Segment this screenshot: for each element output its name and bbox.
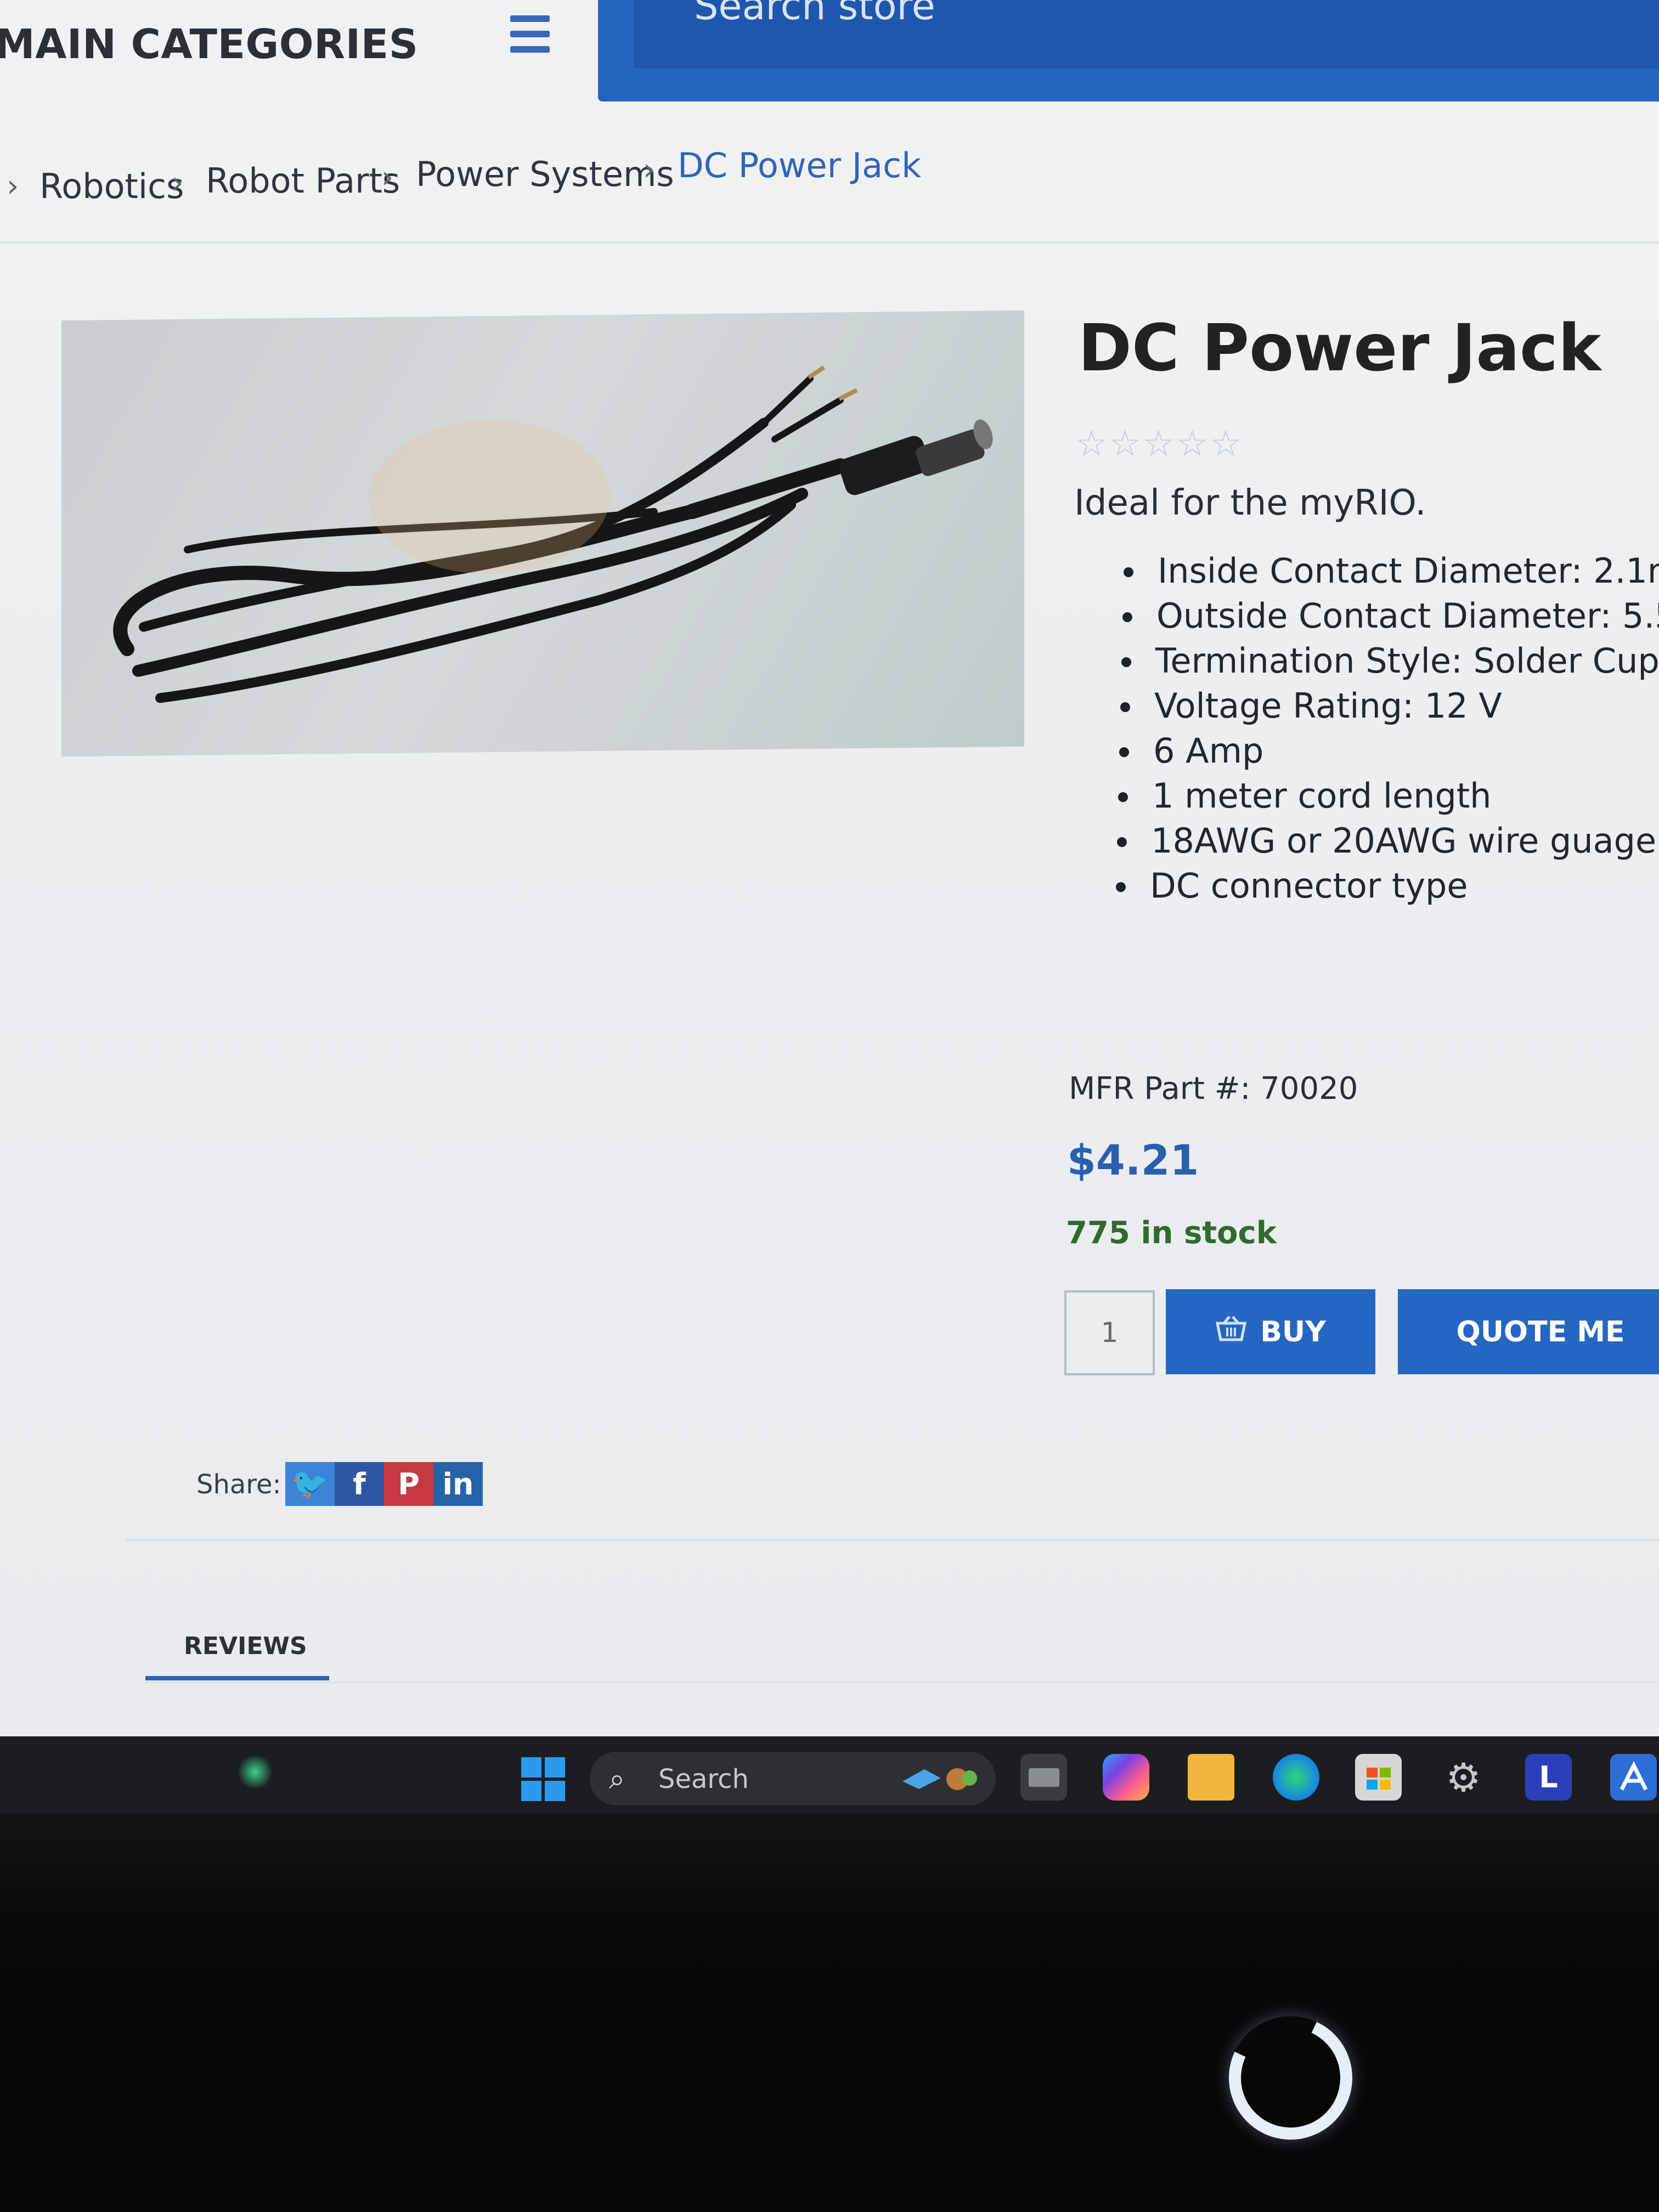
divider — [0, 241, 1659, 244]
buy-button[interactable]: BUY — [1166, 1289, 1375, 1374]
quote-me-button[interactable]: QUOTE ME — [1398, 1289, 1659, 1374]
facebook-icon[interactable]: f — [335, 1462, 384, 1506]
widgets-icon[interactable] — [236, 1756, 274, 1788]
main-categories-label[interactable]: MAIN CATEGORIES — [0, 21, 419, 68]
list-item: 6 Amp — [1119, 729, 1659, 774]
price: $4.21 — [1067, 1136, 1199, 1184]
search-icon: ⌕ — [609, 1763, 625, 1796]
tab-reviews[interactable]: REVIEWS — [184, 1632, 307, 1660]
copilot-icon[interactable] — [1103, 1754, 1149, 1801]
quote-label: QUOTE ME — [1456, 1315, 1625, 1348]
list-item: 1 meter cord length — [1118, 774, 1659, 819]
edge-icon[interactable] — [1273, 1754, 1319, 1801]
settings-icon[interactable]: ⚙ — [1440, 1754, 1487, 1801]
linkedin-icon[interactable]: in — [433, 1462, 483, 1506]
basket-icon — [1215, 1314, 1247, 1349]
divider — [126, 1539, 1659, 1541]
feature-list: Inside Contact Diameter: 2.1mm Outside C… — [1116, 549, 1659, 909]
windows-taskbar: ⌕ Search ⚙ L — [0, 1736, 1659, 1813]
task-view-icon[interactable] — [1020, 1754, 1067, 1801]
chevron-right-icon: › — [171, 165, 184, 201]
search-bar: Search store — [598, 0, 1659, 101]
product-title: DC Power Jack — [1078, 310, 1601, 386]
list-item: Voltage Rating: 12 V — [1120, 684, 1659, 729]
rating-stars[interactable]: ☆☆☆☆☆ — [1075, 422, 1243, 465]
list-item: 18AWG or 20AWG wire guage — [1117, 819, 1659, 864]
folder-icon[interactable] — [1188, 1754, 1234, 1801]
list-item: Inside Contact Diameter: 2.1mm — [1124, 549, 1659, 594]
breadcrumb-robot-parts[interactable]: Robot Parts — [206, 161, 400, 201]
chevron-right-icon: › — [7, 168, 19, 204]
pinterest-icon[interactable]: P — [384, 1462, 433, 1506]
loading-spinner-icon — [1211, 1999, 1370, 2157]
list-item: DC connector type — [1116, 864, 1659, 909]
product-description: Ideal for the myRIO. — [1074, 483, 1426, 523]
hamburger-menu-icon[interactable] — [510, 15, 550, 58]
search-highlight-icon — [897, 1762, 985, 1802]
stock-status: 775 in stock — [1066, 1215, 1277, 1251]
breadcrumb-robotics[interactable]: Robotics — [40, 166, 184, 206]
breadcrumb-current: DC Power Jack — [678, 145, 922, 185]
breadcrumb: › Robotics › Robot Parts › Power Systems… — [0, 140, 1659, 206]
breadcrumb-power-systems[interactable]: Power Systems — [416, 154, 674, 194]
list-item: Outside Contact Diameter: 5.5mm — [1122, 594, 1659, 639]
share-buttons: 🐦 f P in — [285, 1462, 483, 1506]
list-item: Termination Style: Solder Cup — [1121, 639, 1659, 684]
product-image[interactable] — [61, 310, 1024, 757]
browser-screen: MAIN CATEGORIES Search store › Robotics … — [0, 0, 1659, 1736]
active-tab-indicator — [145, 1676, 329, 1680]
quantity-input[interactable]: 1 — [1064, 1290, 1155, 1375]
app-l-icon[interactable]: L — [1525, 1754, 1572, 1801]
twitter-icon[interactable]: 🐦 — [285, 1462, 335, 1506]
app-a-icon[interactable] — [1610, 1754, 1657, 1801]
search-input[interactable]: Search store — [634, 0, 1659, 69]
chevron-right-icon: › — [643, 152, 656, 188]
store-icon[interactable] — [1355, 1754, 1402, 1801]
taskbar-search-label: Search — [658, 1764, 749, 1795]
laptop-bezel — [0, 1813, 1659, 2212]
divider — [145, 1681, 1659, 1683]
search-placeholder: Search store — [694, 0, 935, 29]
taskbar-search[interactable]: ⌕ Search — [590, 1752, 996, 1805]
site-header: MAIN CATEGORIES Search store — [0, 0, 1659, 104]
share-label: Share: — [196, 1469, 281, 1500]
mfr-part-number: MFR Part #: 70020 — [1069, 1071, 1358, 1107]
windows-start-icon[interactable] — [521, 1757, 565, 1801]
chevron-right-icon: › — [381, 160, 394, 195]
buy-label: BUY — [1260, 1315, 1326, 1348]
